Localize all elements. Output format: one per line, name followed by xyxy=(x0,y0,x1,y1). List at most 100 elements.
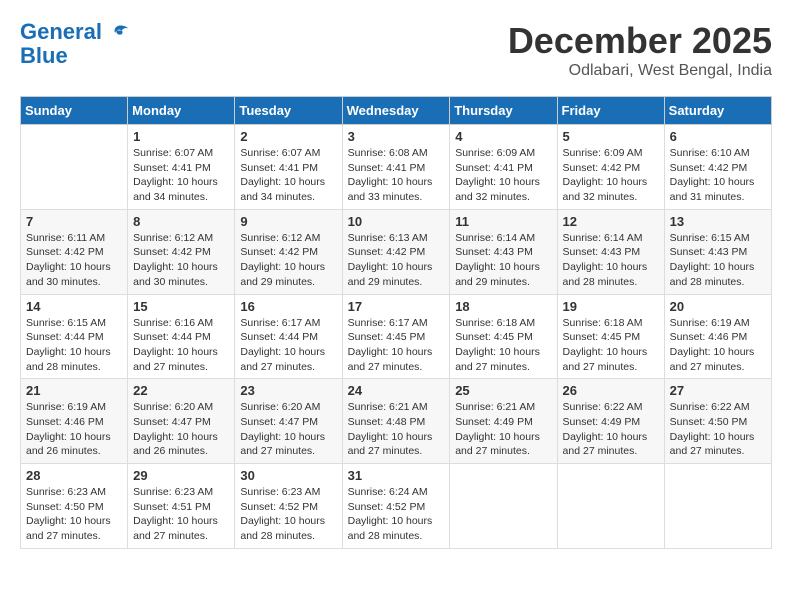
calendar-cell: 29 Sunrise: 6:23 AM Sunset: 4:51 PM Dayli… xyxy=(128,464,235,549)
calendar-cell: 17 Sunrise: 6:17 AM Sunset: 4:45 PM Dayli… xyxy=(342,294,450,379)
calendar-cell: 7 Sunrise: 6:11 AM Sunset: 4:42 PM Daylig… xyxy=(21,209,128,294)
weekday-header: Friday xyxy=(557,97,664,125)
day-info: Sunrise: 6:22 AM Sunset: 4:50 PM Dayligh… xyxy=(670,400,766,459)
calendar-week-row: 7 Sunrise: 6:11 AM Sunset: 4:42 PM Daylig… xyxy=(21,209,772,294)
day-number: 23 xyxy=(240,383,336,398)
day-info: Sunrise: 6:12 AM Sunset: 4:42 PM Dayligh… xyxy=(133,231,229,290)
calendar-cell: 27 Sunrise: 6:22 AM Sunset: 4:50 PM Dayli… xyxy=(664,379,771,464)
calendar-cell: 12 Sunrise: 6:14 AM Sunset: 4:43 PM Dayli… xyxy=(557,209,664,294)
weekday-header: Tuesday xyxy=(235,97,342,125)
day-info: Sunrise: 6:14 AM Sunset: 4:43 PM Dayligh… xyxy=(563,231,659,290)
day-number: 8 xyxy=(133,214,229,229)
day-info: Sunrise: 6:15 AM Sunset: 4:43 PM Dayligh… xyxy=(670,231,766,290)
day-info: Sunrise: 6:12 AM Sunset: 4:42 PM Dayligh… xyxy=(240,231,336,290)
day-info: Sunrise: 6:17 AM Sunset: 4:45 PM Dayligh… xyxy=(348,316,445,375)
calendar-cell: 4 Sunrise: 6:09 AM Sunset: 4:41 PM Daylig… xyxy=(450,125,557,210)
calendar-table: SundayMondayTuesdayWednesdayThursdayFrid… xyxy=(20,96,772,549)
page-header: General Blue December 2025 Odlabari, Wes… xyxy=(20,20,772,80)
day-number: 11 xyxy=(455,214,551,229)
day-info: Sunrise: 6:11 AM Sunset: 4:42 PM Dayligh… xyxy=(26,231,122,290)
day-info: Sunrise: 6:09 AM Sunset: 4:41 PM Dayligh… xyxy=(455,146,551,205)
day-info: Sunrise: 6:09 AM Sunset: 4:42 PM Dayligh… xyxy=(563,146,659,205)
calendar-cell: 18 Sunrise: 6:18 AM Sunset: 4:45 PM Dayli… xyxy=(450,294,557,379)
calendar-cell: 30Sunrise: 6:23 AM Sunset: 4:52 PM Dayli… xyxy=(235,464,342,549)
day-number: 1 xyxy=(133,129,229,144)
day-number: 12 xyxy=(563,214,659,229)
day-number: 24 xyxy=(348,383,445,398)
day-number: 30 xyxy=(240,468,336,483)
calendar-cell: 8 Sunrise: 6:12 AM Sunset: 4:42 PM Daylig… xyxy=(128,209,235,294)
calendar-cell: 22Sunrise: 6:20 AM Sunset: 4:47 PM Dayli… xyxy=(128,379,235,464)
calendar-cell: 6 Sunrise: 6:10 AM Sunset: 4:42 PM Daylig… xyxy=(664,125,771,210)
day-number: 15 xyxy=(133,299,229,314)
calendar-cell: 2 Sunrise: 6:07 AM Sunset: 4:41 PM Daylig… xyxy=(235,125,342,210)
day-info: Sunrise: 6:21 AM Sunset: 4:49 PM Dayligh… xyxy=(455,400,551,459)
calendar-week-row: 21 Sunrise: 6:19 AM Sunset: 4:46 PM Dayli… xyxy=(21,379,772,464)
day-info: Sunrise: 6:07 AM Sunset: 4:41 PM Dayligh… xyxy=(240,146,336,205)
day-number: 19 xyxy=(563,299,659,314)
day-number: 6 xyxy=(670,129,766,144)
day-info: Sunrise: 6:19 AM Sunset: 4:46 PM Dayligh… xyxy=(26,400,122,459)
day-number: 3 xyxy=(348,129,445,144)
calendar-week-row: 1 Sunrise: 6:07 AM Sunset: 4:41 PM Daylig… xyxy=(21,125,772,210)
day-info: Sunrise: 6:20 AM Sunset: 4:47 PM Dayligh… xyxy=(240,400,336,459)
day-number: 21 xyxy=(26,383,122,398)
day-info: Sunrise: 6:17 AM Sunset: 4:44 PM Dayligh… xyxy=(240,316,336,375)
calendar-cell: 16 Sunrise: 6:17 AM Sunset: 4:44 PM Dayli… xyxy=(235,294,342,379)
weekday-header: Wednesday xyxy=(342,97,450,125)
day-info: Sunrise: 6:23 AM Sunset: 4:51 PM Dayligh… xyxy=(133,485,229,544)
day-info: Sunrise: 6:13 AM Sunset: 4:42 PM Dayligh… xyxy=(348,231,445,290)
weekday-header: Thursday xyxy=(450,97,557,125)
calendar-week-row: 28 Sunrise: 6:23 AM Sunset: 4:50 PM Dayli… xyxy=(21,464,772,549)
calendar-cell: 31 Sunrise: 6:24 AM Sunset: 4:52 PM Dayli… xyxy=(342,464,450,549)
title-block: December 2025 Odlabari, West Bengal, Ind… xyxy=(508,20,772,80)
day-info: Sunrise: 6:18 AM Sunset: 4:45 PM Dayligh… xyxy=(455,316,551,375)
day-number: 4 xyxy=(455,129,551,144)
calendar-cell: 3 Sunrise: 6:08 AM Sunset: 4:41 PM Daylig… xyxy=(342,125,450,210)
weekday-header: Monday xyxy=(128,97,235,125)
day-number: 26 xyxy=(563,383,659,398)
calendar-cell: 5 Sunrise: 6:09 AM Sunset: 4:42 PM Daylig… xyxy=(557,125,664,210)
calendar-cell: 11 Sunrise: 6:14 AM Sunset: 4:43 PM Dayli… xyxy=(450,209,557,294)
logo: General Blue xyxy=(20,20,130,68)
day-number: 10 xyxy=(348,214,445,229)
day-info: Sunrise: 6:15 AM Sunset: 4:44 PM Dayligh… xyxy=(26,316,122,375)
calendar-cell: 25 Sunrise: 6:21 AM Sunset: 4:49 PM Dayli… xyxy=(450,379,557,464)
day-number: 18 xyxy=(455,299,551,314)
day-number: 2 xyxy=(240,129,336,144)
day-info: Sunrise: 6:16 AM Sunset: 4:44 PM Dayligh… xyxy=(133,316,229,375)
calendar-header-row: SundayMondayTuesdayWednesdayThursdayFrid… xyxy=(21,97,772,125)
day-info: Sunrise: 6:20 AM Sunset: 4:47 PM Dayligh… xyxy=(133,400,229,459)
location-text: Odlabari, West Bengal, India xyxy=(508,62,772,80)
calendar-cell: 9Sunrise: 6:12 AM Sunset: 4:42 PM Daylig… xyxy=(235,209,342,294)
day-number: 13 xyxy=(670,214,766,229)
day-number: 27 xyxy=(670,383,766,398)
calendar-cell: 15 Sunrise: 6:16 AM Sunset: 4:44 PM Dayli… xyxy=(128,294,235,379)
day-info: Sunrise: 6:24 AM Sunset: 4:52 PM Dayligh… xyxy=(348,485,445,544)
day-info: Sunrise: 6:10 AM Sunset: 4:42 PM Dayligh… xyxy=(670,146,766,205)
day-info: Sunrise: 6:18 AM Sunset: 4:45 PM Dayligh… xyxy=(563,316,659,375)
logo-bird-icon xyxy=(110,23,130,43)
day-info: Sunrise: 6:19 AM Sunset: 4:46 PM Dayligh… xyxy=(670,316,766,375)
calendar-cell: 20Sunrise: 6:19 AM Sunset: 4:46 PM Dayli… xyxy=(664,294,771,379)
day-number: 25 xyxy=(455,383,551,398)
day-number: 29 xyxy=(133,468,229,483)
day-number: 17 xyxy=(348,299,445,314)
day-info: Sunrise: 6:08 AM Sunset: 4:41 PM Dayligh… xyxy=(348,146,445,205)
day-info: Sunrise: 6:14 AM Sunset: 4:43 PM Dayligh… xyxy=(455,231,551,290)
calendar-cell: 24Sunrise: 6:21 AM Sunset: 4:48 PM Dayli… xyxy=(342,379,450,464)
day-number: 16 xyxy=(240,299,336,314)
calendar-cell: 28 Sunrise: 6:23 AM Sunset: 4:50 PM Dayli… xyxy=(21,464,128,549)
calendar-cell xyxy=(21,125,128,210)
weekday-header: Saturday xyxy=(664,97,771,125)
calendar-cell xyxy=(557,464,664,549)
day-number: 28 xyxy=(26,468,122,483)
calendar-cell: 14Sunrise: 6:15 AM Sunset: 4:44 PM Dayli… xyxy=(21,294,128,379)
day-info: Sunrise: 6:07 AM Sunset: 4:41 PM Dayligh… xyxy=(133,146,229,205)
day-number: 7 xyxy=(26,214,122,229)
day-number: 5 xyxy=(563,129,659,144)
day-info: Sunrise: 6:23 AM Sunset: 4:50 PM Dayligh… xyxy=(26,485,122,544)
day-number: 31 xyxy=(348,468,445,483)
month-title: December 2025 xyxy=(508,20,772,62)
calendar-week-row: 14Sunrise: 6:15 AM Sunset: 4:44 PM Dayli… xyxy=(21,294,772,379)
